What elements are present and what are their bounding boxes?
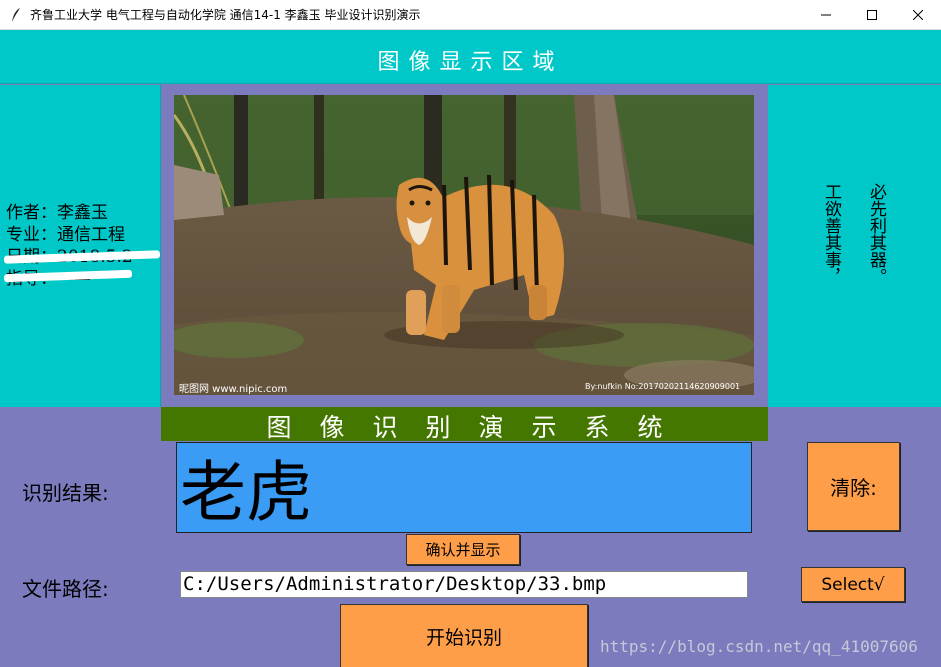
start-recognition-button[interactable]: 开始识别 (340, 604, 588, 667)
select-file-button[interactable]: Select√ (801, 567, 905, 602)
minimize-icon (821, 14, 831, 16)
blog-url-watermark: https://blog.csdn.net/qq_41007606 (600, 637, 918, 656)
tiger-photo (174, 95, 754, 395)
header-title: 图像显示区域 (377, 50, 564, 75)
feather-app-icon (12, 8, 20, 22)
motto-column-1: 工欲善其事， (821, 183, 841, 285)
maximize-button[interactable] (849, 0, 895, 30)
maximize-icon (867, 10, 877, 20)
file-path-label: 文件路径: (22, 577, 109, 601)
motto-column-2: 必先利其器。 (866, 183, 886, 285)
result-label: 识别结果: (22, 481, 109, 505)
close-icon (913, 10, 923, 20)
minimize-button[interactable] (803, 0, 849, 30)
right-motto-panel (768, 85, 941, 407)
window-title: 齐鲁工业大学 电气工程与自动化学院 通信14-1 李鑫玉 毕业设计识别演示 (30, 8, 421, 22)
clear-button[interactable]: 清除: (807, 442, 900, 531)
author-line: 作者：李鑫玉 (6, 203, 108, 223)
result-value: 老虎 (180, 454, 312, 531)
confirm-display-button[interactable]: 确认并显示 (406, 534, 520, 565)
image-watermark: 昵图网 www.nipic.com (179, 384, 288, 395)
image-watermark: By:nufkin No:20170202114620909001 (585, 382, 741, 391)
file-path-input[interactable]: C:/Users/Administrator/Desktop/33.bmp (180, 571, 748, 598)
major-line: 专业：通信工程 (6, 225, 125, 245)
close-button[interactable] (895, 0, 941, 30)
author-info: 作者：李鑫玉 专业：通信工程 日期：2018.5.2 指导：—— (3, 202, 161, 290)
